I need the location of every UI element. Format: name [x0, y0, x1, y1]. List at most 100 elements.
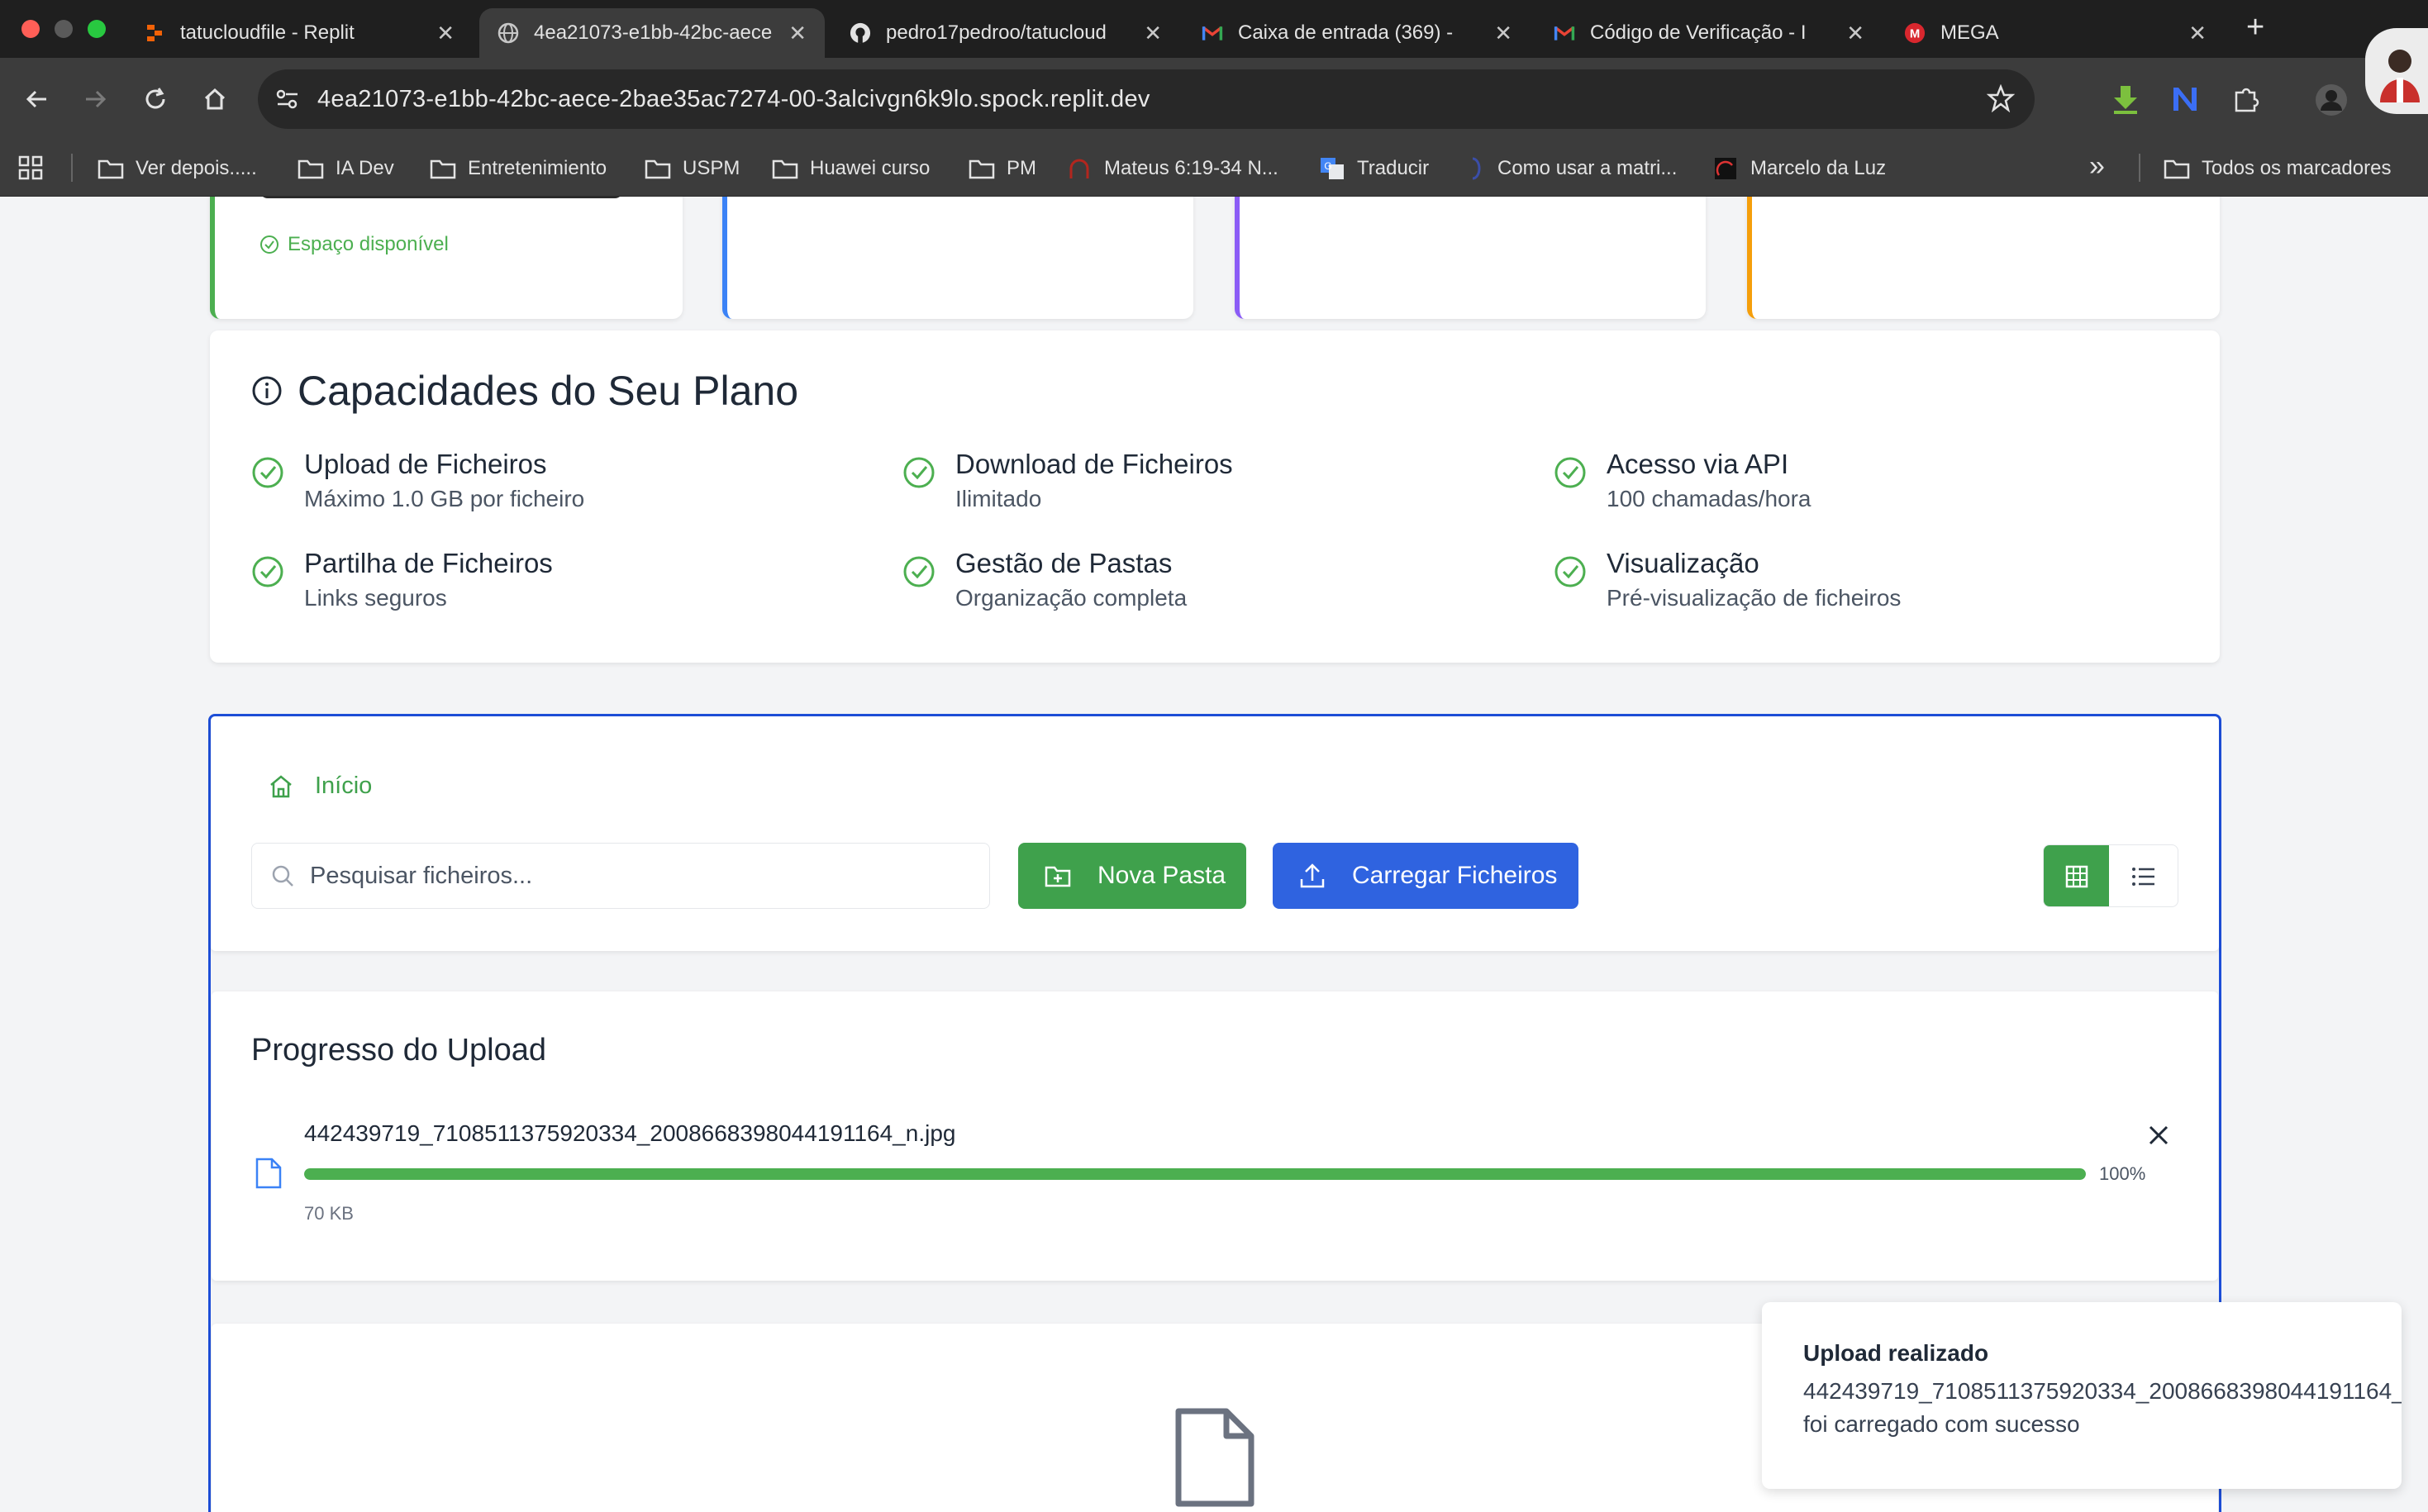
view-mode-toggle	[2043, 844, 2178, 907]
check-circle-icon	[1554, 556, 1586, 587]
upload-success-toast: Upload realizado 442439719_7108511375920…	[1762, 1302, 2402, 1489]
toast-filename: 442439719_7108511375920334_2008668398044…	[1803, 1378, 2402, 1404]
tab-close-icon[interactable]: ✕	[788, 21, 807, 46]
bookmark-folder[interactable]: Entretenimiento	[430, 152, 607, 185]
capability-item: Upload de Ficheiros Máximo 1.0 GB por fic…	[251, 446, 584, 516]
check-circle-icon	[260, 235, 279, 254]
new-tab-button[interactable]: +	[2246, 10, 2264, 45]
home-icon[interactable]	[198, 83, 231, 116]
page-icon	[1459, 157, 1486, 180]
window-close-button[interactable]	[21, 20, 40, 38]
site-icon	[1712, 157, 1739, 180]
bookmarks-divider	[2139, 154, 2140, 182]
upload-filename: 442439719_7108511375920334_2008668398044…	[304, 1120, 956, 1146]
toast-title: Upload realizado	[1803, 1340, 1989, 1366]
window-minimize-button[interactable]	[55, 20, 73, 38]
stat-card	[1747, 197, 2220, 319]
home-icon	[270, 774, 292, 797]
close-icon[interactable]	[2147, 1124, 2170, 1147]
stat-card	[722, 197, 1193, 319]
browser-tab-strip: tatucloudfile - Replit ✕ 4ea21073-e1bb-4…	[0, 0, 2428, 58]
tab-close-icon[interactable]: ✕	[1144, 21, 1162, 46]
address-bar[interactable]: 4ea21073-e1bb-42bc-aece-2bae35ac7274-00-…	[258, 69, 2035, 129]
reload-icon[interactable]	[139, 83, 172, 116]
bookmarks-divider	[71, 154, 73, 182]
bookmarks-bar: Ver depois..... IA Dev Entretenimiento U…	[0, 140, 2428, 197]
replit-icon	[144, 22, 165, 44]
capability-item: Partilha de Ficheiros Links seguros	[251, 545, 553, 615]
bookmark-link[interactable]: Mateus 6:19-34 N...	[1066, 152, 1278, 185]
github-icon	[850, 22, 871, 44]
bookmark-folder[interactable]: USPM	[645, 152, 740, 185]
storage-available-label: Espaço disponível	[288, 233, 449, 255]
capability-item: Acesso via API 100 chamadas/hora	[1554, 446, 1811, 516]
file-empty-icon	[1175, 1408, 1254, 1507]
browser-tab[interactable]: M MEGA ✕	[1886, 8, 2225, 58]
bookmark-star-icon[interactable]	[1986, 83, 2016, 116]
tab-close-icon[interactable]: ✕	[1494, 21, 1512, 46]
list-icon	[2131, 868, 2154, 886]
breadcrumb-home: Início	[315, 773, 373, 799]
check-circle-icon	[252, 556, 283, 587]
tab-close-icon[interactable]: ✕	[436, 21, 455, 46]
bookmarks-overflow-button[interactable]: »	[2089, 150, 2105, 183]
toast-message: foi carregado com sucesso	[1803, 1411, 2080, 1437]
extensions-puzzle-icon[interactable]	[2231, 84, 2261, 118]
profile-avatar-icon[interactable]	[2314, 83, 2349, 121]
folder-icon	[772, 157, 798, 180]
plan-capabilities-card: Capacidades do Seu Plano Upload de Fiche…	[210, 330, 2220, 663]
folder-icon	[298, 157, 324, 180]
file-icon	[255, 1158, 282, 1189]
file-search-box[interactable]	[251, 843, 990, 909]
forward-icon[interactable]	[79, 83, 112, 116]
bookmark-folder[interactable]: PM	[969, 152, 1036, 185]
bible-icon	[1066, 157, 1093, 180]
bookmark-folder[interactable]: Huawei curso	[772, 152, 930, 185]
search-icon	[272, 865, 293, 887]
all-bookmarks-folder[interactable]: Todos os marcadores	[2164, 152, 2391, 185]
check-circle-icon	[1554, 457, 1586, 488]
translate-icon: G	[1319, 157, 1345, 180]
bookmark-link[interactable]: Marcelo da Luz	[1712, 152, 1886, 185]
capability-item: Gestão de Pastas Organização completa	[902, 545, 1187, 615]
bookmark-link[interactable]: G Traducir	[1319, 152, 1429, 185]
back-icon[interactable]	[20, 83, 53, 116]
browser-tab[interactable]: tatucloudfile - Replit ✕	[126, 8, 473, 58]
folder-icon	[969, 157, 995, 180]
folder-icon	[430, 157, 456, 180]
check-circle-icon	[252, 457, 283, 488]
tab-close-icon[interactable]: ✕	[2188, 21, 2207, 46]
list-view-button[interactable]	[2109, 845, 2178, 906]
upload-percent: 100%	[2099, 1163, 2146, 1184]
search-input[interactable]	[310, 862, 938, 890]
upload-icon	[1300, 863, 1325, 888]
file-toolbar-card: Início	[211, 716, 2219, 951]
notion-extension-icon[interactable]	[2170, 84, 2200, 118]
upload-progress-fill	[304, 1168, 2086, 1180]
browser-tab[interactable]: pedro17pedroo/tatucloud ✕	[831, 8, 1180, 58]
breadcrumb[interactable]: Início	[269, 773, 372, 800]
capabilities-title: Capacidades do Seu Plano	[298, 368, 799, 414]
profile-picture-popout[interactable]	[2365, 28, 2428, 114]
browser-tab-active[interactable]: 4ea21073-e1bb-42bc-aece ✕	[479, 8, 825, 58]
bookmark-folder[interactable]: IA Dev	[298, 152, 394, 185]
svg-text:G: G	[1324, 160, 1331, 172]
browser-tab[interactable]: Código de Verificação - I ✕	[1535, 8, 1883, 58]
storage-stat-card: Espaço disponível	[210, 197, 683, 319]
check-circle-icon	[903, 457, 935, 488]
download-extension-icon[interactable]	[2112, 84, 2139, 118]
bookmark-folder[interactable]: Ver depois.....	[98, 152, 257, 185]
grid-view-button[interactable]	[2044, 845, 2110, 906]
info-icon	[252, 376, 282, 406]
site-settings-icon[interactable]	[273, 84, 302, 118]
upload-files-button[interactable]: Carregar Ficheiros	[1273, 843, 1578, 909]
bookmark-link[interactable]: Como usar a matri...	[1459, 152, 1677, 185]
browser-tab[interactable]: Caixa de entrada (369) - ✕	[1183, 8, 1531, 58]
apps-grid-icon[interactable]	[18, 155, 43, 184]
tab-close-icon[interactable]: ✕	[1846, 21, 1864, 46]
window-zoom-button[interactable]	[88, 20, 106, 38]
folder-icon	[2164, 157, 2190, 180]
new-folder-button[interactable]: Nova Pasta	[1018, 843, 1246, 909]
stat-card	[1235, 197, 1706, 319]
folder-plus-icon	[1045, 866, 1071, 887]
